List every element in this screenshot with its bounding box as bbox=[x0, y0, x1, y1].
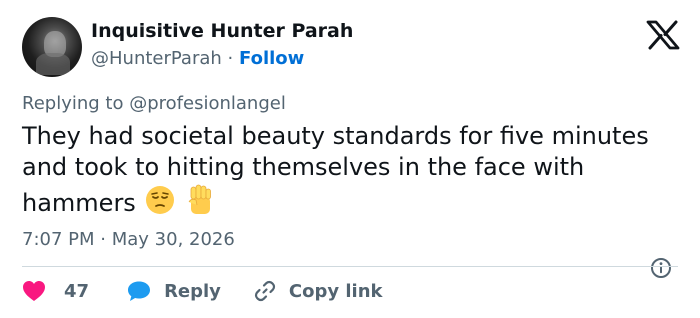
chat-bubble-icon bbox=[128, 281, 151, 301]
x-logo-icon[interactable] bbox=[645, 20, 681, 50]
copy-link-button[interactable]: Copy link bbox=[253, 279, 383, 303]
heart-icon bbox=[23, 281, 45, 301]
handle-separator: · bbox=[227, 48, 234, 69]
divider bbox=[22, 266, 678, 267]
replying-to-line: Replying to @profesionlangel bbox=[22, 93, 286, 114]
tweet-actions: 47 Reply Copy link bbox=[22, 277, 383, 305]
like-button[interactable]: 47 bbox=[22, 280, 89, 302]
follow-button[interactable]: Follow bbox=[239, 48, 304, 69]
like-count: 47 bbox=[64, 280, 90, 302]
tweet-body: They had societal beauty standards for f… bbox=[22, 122, 649, 217]
tweet-timestamp[interactable]: 7:07 PM · May 30, 2026 bbox=[22, 229, 235, 250]
info-icon[interactable] bbox=[650, 257, 672, 279]
replying-prefix: Replying to bbox=[22, 93, 124, 114]
link-icon bbox=[254, 280, 276, 302]
avatar[interactable] bbox=[22, 17, 82, 77]
tweet-date: May 30, 2026 bbox=[111, 229, 235, 250]
author-handle-line: @HunterParah · Follow bbox=[91, 48, 304, 69]
reply-label: Reply bbox=[164, 280, 221, 302]
timestamp-separator: · bbox=[100, 229, 106, 250]
author-handle[interactable]: @HunterParah bbox=[91, 48, 222, 69]
pensive-face-icon bbox=[146, 186, 175, 214]
tweet-time: 7:07 PM bbox=[22, 229, 95, 250]
reply-button[interactable]: Reply bbox=[127, 280, 221, 302]
author-display-name[interactable]: Inquisitive Hunter Parah bbox=[91, 20, 353, 42]
raised-fist-icon bbox=[188, 184, 211, 214]
copy-link-label: Copy link bbox=[288, 280, 383, 302]
reply-mention-link[interactable]: @profesionlangel bbox=[129, 93, 286, 114]
avatar-figure-body bbox=[36, 53, 70, 75]
tweet-text: They had societal beauty standards for f… bbox=[22, 121, 682, 219]
